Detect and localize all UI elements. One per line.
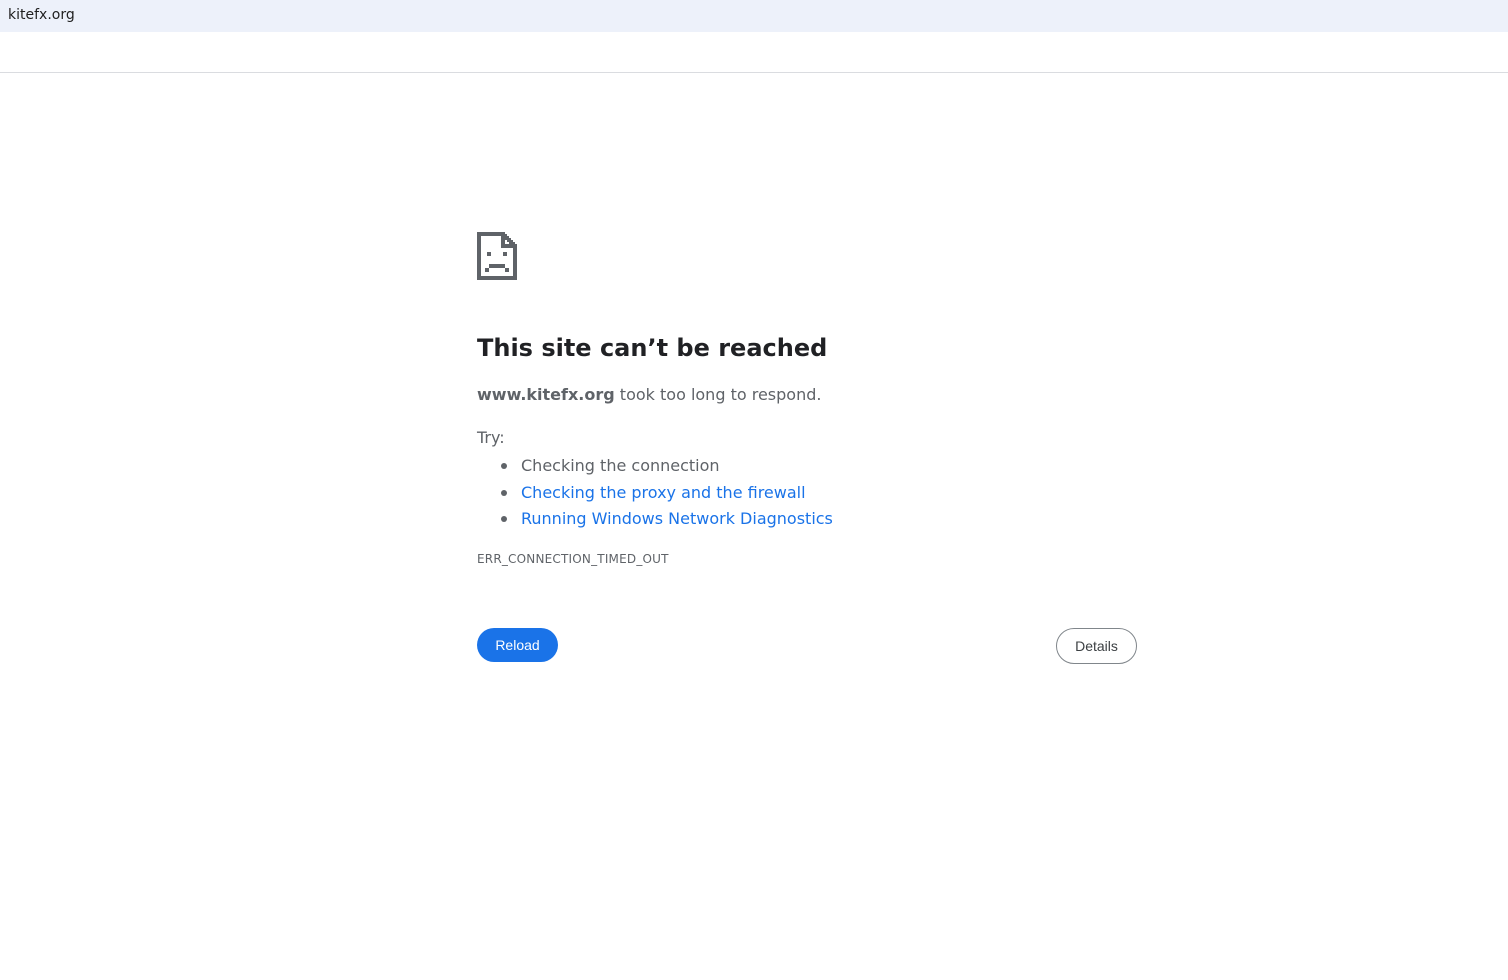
error-message-suffix: took too long to respond. xyxy=(614,385,822,404)
suggestion-network-diagnostics-link[interactable]: Running Windows Network Diagnostics xyxy=(501,506,833,533)
try-label: Try: xyxy=(477,428,505,447)
suggestions-list: Checking the connection Checking the pro… xyxy=(501,453,833,533)
error-host: www.kitefx.org xyxy=(477,385,615,404)
suggestion-check-proxy-link[interactable]: Checking the proxy and the firewall xyxy=(501,480,833,507)
toolbar-strip xyxy=(0,32,1508,73)
url-text[interactable]: kitefx.org xyxy=(8,6,75,24)
details-button[interactable]: Details xyxy=(1056,628,1137,664)
suggestion-check-connection: Checking the connection xyxy=(501,453,833,480)
error-code: ERR_CONNECTION_TIMED_OUT xyxy=(477,552,669,566)
reload-button[interactable]: Reload xyxy=(477,628,558,662)
sad-page-icon xyxy=(477,232,517,280)
error-message: www.kitefx.org took too long to respond. xyxy=(477,385,821,405)
address-bar[interactable]: kitefx.org xyxy=(0,0,1508,32)
error-title: This site can’t be reached xyxy=(477,334,828,362)
